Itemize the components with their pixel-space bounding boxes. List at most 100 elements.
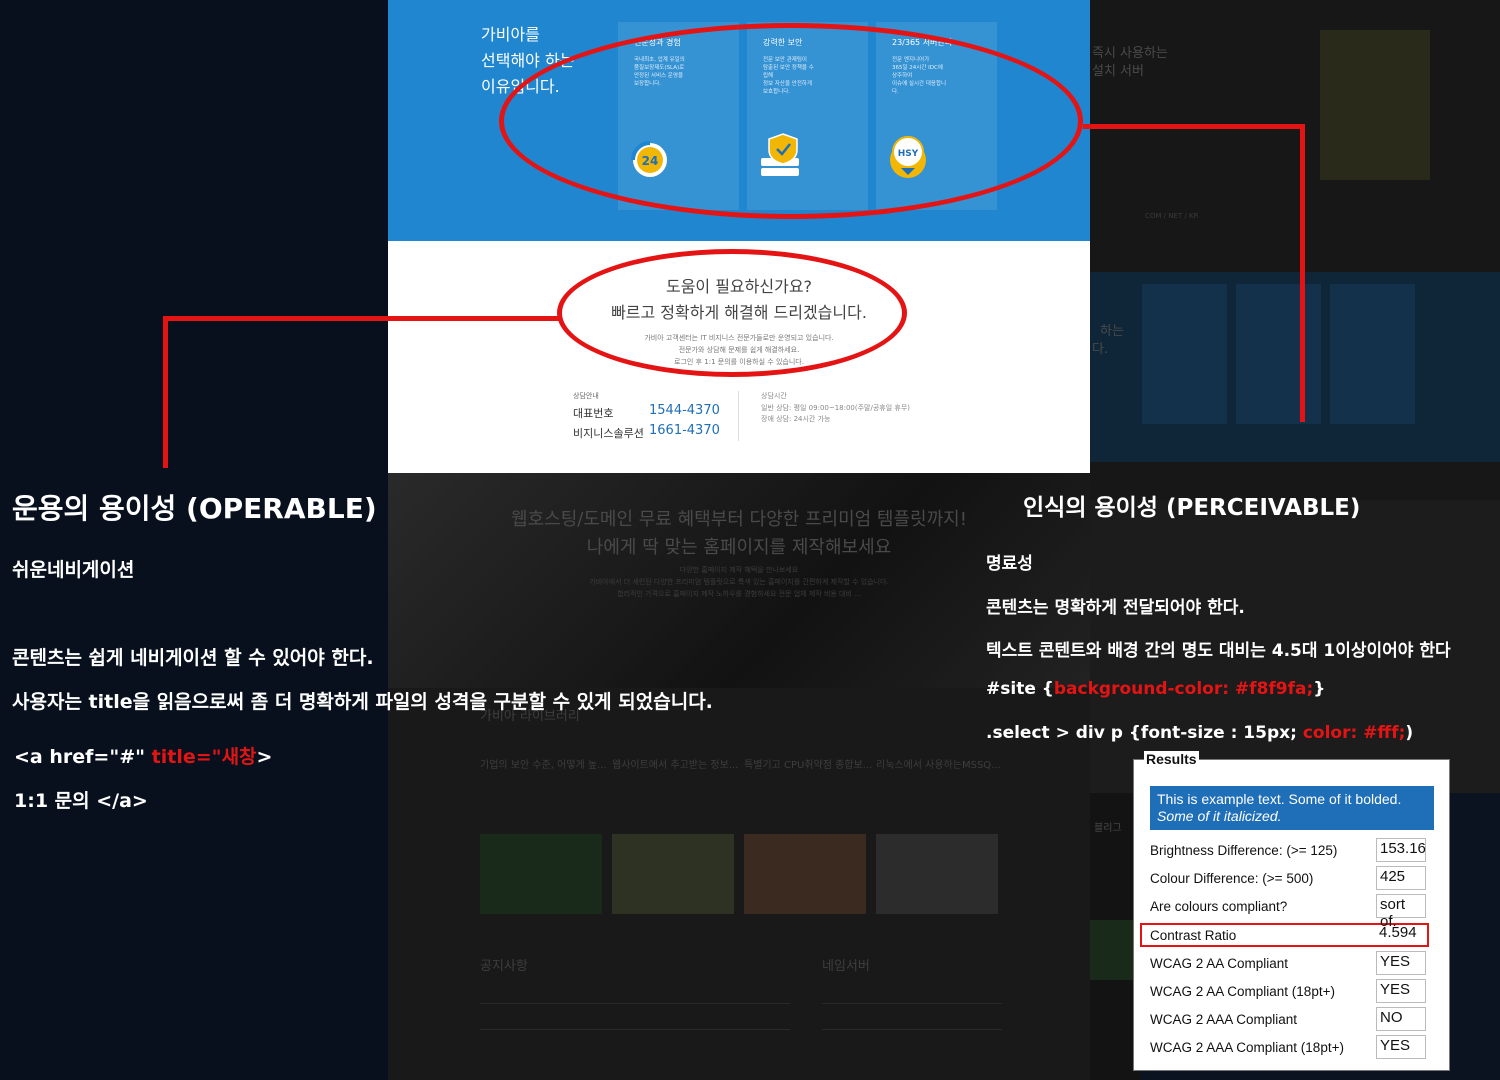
result-label: WCAG 2 AA Compliant (18pt+): [1150, 984, 1335, 999]
contrast-results-panel: Results This is example text. Some of it…: [1133, 751, 1450, 1071]
dim-thumb-money: [612, 834, 734, 914]
css-paren: ): [1405, 723, 1414, 743]
dimmed-webpage: 웹호스팅/도메인 무료 혜택부터 다양한 프리미엄 템플릿까지! 나에게 딱 맞…: [388, 473, 1090, 1080]
biz-number-link[interactable]: 1661-4370: [649, 423, 720, 438]
result-value: YES: [1376, 979, 1426, 1003]
operable-line-2: 사용자는 title을 읽음으로써 좀 더 명확하게 파일의 성격을 구분할 수…: [12, 691, 713, 713]
dim-notice-title: 공지사항: [480, 959, 528, 974]
connector-line-v1: [1300, 124, 1305, 422]
connector-line-h2: [163, 316, 559, 321]
operable-subtitle: 쉬운네비게이션: [12, 559, 135, 581]
sample-text-box: This is example text. Some of it bolded.…: [1150, 786, 1434, 830]
result-value: 4.594: [1379, 924, 1417, 941]
dim-thumb-code: [480, 834, 602, 914]
biz-number-label: 비지니스솔루션: [573, 427, 644, 440]
left-background-panel: [0, 0, 388, 1080]
code-a-open: <a href="#": [14, 746, 152, 768]
dim-right-text-4: 하는: [1100, 324, 1124, 339]
result-label: Are colours compliant?: [1150, 899, 1288, 914]
dim-desc-1: 다양한 홈페이지 제작 혜택을 만나보세요: [679, 566, 799, 574]
dim-article-4: 리눅스에서 사용하는MSSQ...: [876, 760, 1001, 771]
result-label: WCAG 2 AAA Compliant (18pt+): [1150, 1040, 1344, 1055]
connector-line-v2: [163, 316, 168, 468]
hours-label: 상담시간: [761, 392, 787, 400]
result-row: WCAG 2 AA Compliant (18pt+) YES: [1150, 979, 1434, 1003]
result-label: WCAG 2 AA Compliant: [1150, 956, 1289, 971]
result-label: Colour Difference: (>= 500): [1150, 871, 1314, 886]
dim-right-card: [1142, 284, 1227, 424]
operable-title: 운용의 용이성 (OPERABLE): [12, 492, 377, 525]
dim-right-text-2: 설치 서버: [1092, 64, 1144, 79]
results-legend: Results: [1144, 751, 1199, 767]
result-label: Brightness Difference: (>= 125): [1150, 843, 1338, 858]
css-line-1: #site {background-color: #f8f9fa;}: [986, 679, 1325, 699]
dim-right-illustration: [1320, 30, 1430, 180]
result-label: WCAG 2 AAA Compliant: [1150, 1012, 1298, 1027]
code-close-bracket: >: [256, 746, 273, 768]
result-row: WCAG 2 AAA Compliant (18pt+) YES: [1150, 1035, 1434, 1059]
dim-right-card: [1236, 284, 1321, 424]
css-selector-select: .select > div p {font-size : 15px;: [986, 723, 1303, 743]
hours-general: 일반 상담: 평일 09:00~18:00(주말/공휴일 휴무): [761, 404, 911, 412]
dim-divider: [822, 1003, 1002, 1004]
result-value: YES: [1376, 951, 1426, 975]
perceivable-title: 인식의 용이성 (PERCEIVABLE): [1023, 495, 1361, 521]
css-brace: }: [1313, 679, 1326, 699]
result-row: Contrast Ratio 4.594: [1150, 923, 1434, 947]
result-row: Brightness Difference: (>= 125) 153.16: [1150, 838, 1434, 862]
connector-line-h1: [1083, 124, 1305, 129]
result-row: WCAG 2 AA Compliant YES: [1150, 951, 1434, 975]
hours-emergency: 장애 상담: 24시간 가능: [761, 415, 831, 423]
perceivable-line-2: 텍스트 콘텐트와 배경 간의 명도 대비는 4.5대 1이상이어야 한다: [986, 641, 1451, 661]
result-value: 153.16: [1376, 838, 1426, 862]
dim-article-1: 기업의 보안 수준, 어떻게 높...: [480, 760, 607, 771]
dim-headline-1: 웹호스팅/도메인 무료 혜택부터 다양한 프리미엄 템플릿까지!: [511, 509, 967, 530]
css-color: color: #fff;: [1302, 723, 1406, 743]
result-value: NO: [1376, 1007, 1426, 1031]
dim-article-2: 웹사이트에서 추고받는 정보...: [612, 760, 739, 771]
dim-headline-2: 나에게 딱 맞는 홈페이지를 제작해보세요: [586, 537, 892, 558]
css-line-2: .select > div p {font-size : 15px; color…: [986, 723, 1413, 743]
operable-line-1: 콘텐츠는 쉽게 네비게이션 할 수 있어야 한다.: [12, 647, 374, 669]
sample-text-bold: This is example text. Some of it bolded.: [1157, 791, 1402, 807]
dim-right-text-5: 다.: [1092, 342, 1109, 357]
sample-text-italic: Some of it italicized.: [1157, 808, 1427, 825]
dim-divider: [822, 1029, 1002, 1030]
dim-desc-2: 가비아에서 더 세련된 다양한 프리미엄 템플릿으로 특색 있는 홈페이지를 간…: [589, 578, 889, 586]
dim-right-text-1: 즉시 사용하는: [1092, 46, 1168, 61]
rep-number-label: 대표번호: [573, 407, 614, 420]
result-label: Contrast Ratio: [1150, 928, 1237, 943]
dim-right-blue-band: 하는 다.: [1090, 272, 1500, 462]
code-line-1: <a href="#" title="새창>: [14, 742, 272, 769]
dim-divider: [480, 1029, 790, 1030]
dim-right-text-6: 블리그: [1094, 823, 1122, 834]
code-title-attr: title="새창: [151, 746, 257, 768]
result-value: 425: [1376, 866, 1426, 890]
perceivable-line-1: 콘텐츠는 명확하게 전달되어야 한다.: [986, 598, 1245, 618]
highlight-ellipse-cards: [499, 23, 1083, 219]
sample-italic: Some of it italicized.: [1157, 808, 1282, 824]
highlight-ellipse-help: [557, 249, 907, 377]
result-row: Colour Difference: (>= 500) 425: [1150, 866, 1434, 890]
dim-desc-3: 합리적인 가격으로 홈페이지 제작 노하우를 경험하세요 전문 업체 제작 비용…: [617, 590, 861, 598]
result-row: Are colours compliant? sort of.: [1150, 894, 1434, 930]
dim-right-text-3: COM / NET / KR: [1145, 212, 1199, 220]
why-title-line: 가비아를: [481, 25, 540, 44]
dim-thumb-desk: [744, 834, 866, 914]
css-selector-site: #site {: [986, 679, 1054, 699]
dim-thumb-laptop: [876, 834, 998, 914]
info-divider: [738, 391, 739, 441]
rep-number-link[interactable]: 1544-4370: [649, 403, 720, 418]
css-bg-color: background-color: #f8f9fa;: [1053, 679, 1314, 699]
result-value: YES: [1376, 1035, 1426, 1059]
perceivable-subtitle: 명료성: [986, 554, 1033, 574]
dim-right-card: [1330, 284, 1415, 424]
dim-divider: [480, 1003, 790, 1004]
code-line-2: 1:1 문의 </a>: [14, 790, 148, 812]
dim-nameserver-title: 네임서버: [822, 959, 870, 974]
dimmed-webpage-right: 즉시 사용하는 설치 서버 COM / NET / KR 하는 다.: [1090, 0, 1500, 793]
dim-article-3: 특별기고 CPU취약점 종합보...: [744, 760, 873, 771]
result-value: sort of.: [1376, 894, 1426, 930]
result-row: WCAG 2 AAA Compliant NO: [1150, 1007, 1434, 1031]
consult-label: 상담안내: [573, 392, 599, 400]
